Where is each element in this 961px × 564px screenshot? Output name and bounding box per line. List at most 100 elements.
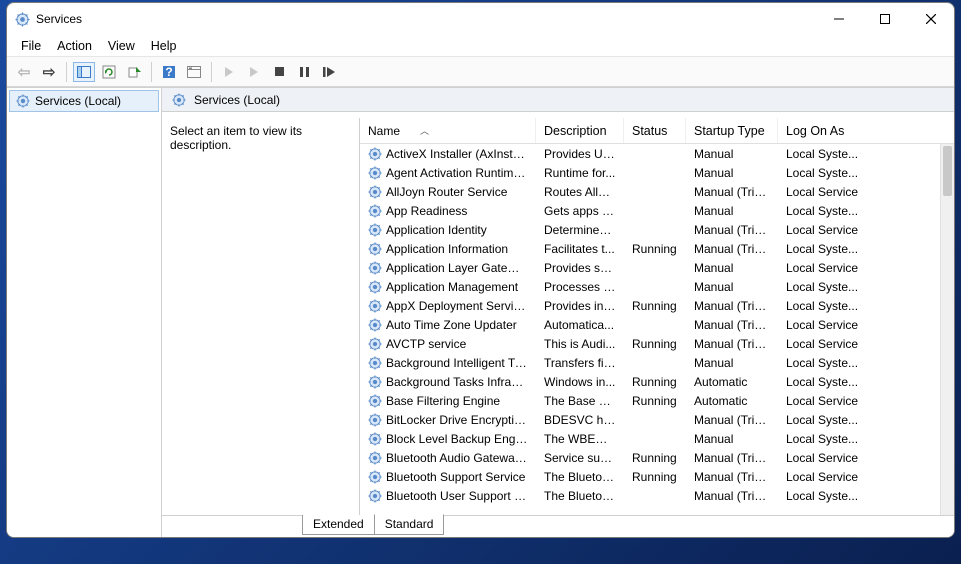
service-logon: Local Syste...: [778, 413, 940, 427]
service-name: Agent Activation Runtime_...: [386, 166, 528, 180]
gear-icon: [368, 356, 382, 370]
table-row[interactable]: App ReadinessGets apps re...ManualLocal …: [360, 201, 954, 220]
detail-prompt: Select an item to view its description.: [170, 124, 302, 152]
gear-icon: [368, 280, 382, 294]
service-logon: Local Syste...: [778, 432, 940, 446]
service-startup-type: Manual (Trig...: [686, 223, 778, 237]
table-row[interactable]: Bluetooth Support ServiceThe Bluetoo...R…: [360, 467, 954, 486]
service-name: Auto Time Zone Updater: [386, 318, 517, 332]
menu-action[interactable]: Action: [57, 39, 92, 53]
properties-button[interactable]: [183, 62, 205, 82]
column-log-on-as[interactable]: Log On As: [778, 118, 940, 143]
table-row[interactable]: Agent Activation Runtime_...Runtime for.…: [360, 163, 954, 182]
service-startup-type: Manual: [686, 280, 778, 294]
table-row[interactable]: AVCTP serviceThis is Audi...RunningManua…: [360, 334, 954, 353]
table-row[interactable]: Background Tasks Infrastruc...Windows in…: [360, 372, 954, 391]
table-row[interactable]: Application InformationFacilitates t...R…: [360, 239, 954, 258]
column-description[interactable]: Description: [536, 118, 624, 143]
service-name: Base Filtering Engine: [386, 394, 500, 408]
vertical-scrollbar[interactable]: [940, 144, 954, 537]
column-headers: Name︿ Description Status Startup Type Lo…: [360, 118, 954, 144]
scrollbar-thumb[interactable]: [943, 146, 952, 196]
show-hide-tree-button[interactable]: [73, 62, 95, 82]
service-startup-type: Manual (Trig...: [686, 470, 778, 484]
service-logon: Local Syste...: [778, 280, 940, 294]
gear-icon: [368, 394, 382, 408]
service-startup-type: Manual: [686, 261, 778, 275]
table-row[interactable]: Bluetooth User Support Ser...The Bluetoo…: [360, 486, 954, 505]
service-logon: Local Service: [778, 337, 940, 351]
gear-icon: [368, 242, 382, 256]
minimize-button[interactable]: [816, 3, 862, 35]
gear-icon: [368, 318, 382, 332]
service-name: Application Information: [386, 242, 508, 256]
tree-node-services-local[interactable]: Services (Local): [9, 90, 159, 112]
column-status[interactable]: Status: [624, 118, 686, 143]
service-startup-type: Manual (Trig...: [686, 299, 778, 313]
service-status: Running: [624, 470, 686, 484]
tab-extended[interactable]: Extended: [302, 515, 375, 535]
service-name: ActiveX Installer (AxInstSV): [386, 147, 528, 161]
menu-help[interactable]: Help: [151, 39, 177, 53]
gear-icon: [368, 204, 382, 218]
help-button[interactable]: ?: [158, 62, 180, 82]
gear-icon: [16, 94, 30, 108]
right-header-title: Services (Local): [194, 93, 280, 107]
export-button[interactable]: [123, 62, 145, 82]
service-name: Bluetooth Audio Gateway S...: [386, 451, 528, 465]
gear-icon: [172, 93, 186, 107]
service-description: Processes in...: [536, 280, 624, 294]
service-status: Running: [624, 451, 686, 465]
service-status: Running: [624, 299, 686, 313]
start-service-button-2[interactable]: [243, 62, 265, 82]
service-description: The Base Fil...: [536, 394, 624, 408]
table-row[interactable]: Base Filtering EngineThe Base Fil...Runn…: [360, 391, 954, 410]
tab-standard[interactable]: Standard: [374, 514, 445, 535]
service-logon: Local Syste...: [778, 166, 940, 180]
service-logon: Local Service: [778, 470, 940, 484]
refresh-button[interactable]: [98, 62, 120, 82]
column-name[interactable]: Name︿: [360, 118, 536, 143]
table-row[interactable]: Application ManagementProcesses in...Man…: [360, 277, 954, 296]
back-button[interactable]: ⇦: [13, 62, 35, 82]
service-name: Background Tasks Infrastruc...: [386, 375, 528, 389]
table-row[interactable]: Background Intelligent Tran...Transfers …: [360, 353, 954, 372]
service-list: Name︿ Description Status Startup Type Lo…: [360, 118, 954, 537]
maximize-button[interactable]: [862, 3, 908, 35]
menu-file[interactable]: File: [21, 39, 41, 53]
forward-button[interactable]: ⇨: [38, 62, 60, 82]
service-name: Bluetooth Support Service: [386, 470, 525, 484]
gear-icon: [368, 337, 382, 351]
menubar: File Action View Help: [7, 35, 954, 57]
table-row[interactable]: Bluetooth Audio Gateway S...Service sup.…: [360, 448, 954, 467]
gear-icon: [368, 432, 382, 446]
service-description: Gets apps re...: [536, 204, 624, 218]
column-startup-type[interactable]: Startup Type: [686, 118, 778, 143]
service-name: Application Identity: [386, 223, 487, 237]
close-button[interactable]: [908, 3, 954, 35]
table-row[interactable]: ActiveX Installer (AxInstSV)Provides Us.…: [360, 144, 954, 163]
table-row[interactable]: Application IdentityDetermines ...Manual…: [360, 220, 954, 239]
service-logon: Local Service: [778, 261, 940, 275]
service-name: AppX Deployment Service (...: [386, 299, 528, 313]
service-rows: ActiveX Installer (AxInstSV)Provides Us.…: [360, 144, 954, 537]
pause-service-button[interactable]: [293, 62, 315, 82]
restart-service-button[interactable]: [318, 62, 340, 82]
table-row[interactable]: Block Level Backup Engine ...The WBENG..…: [360, 429, 954, 448]
menu-view[interactable]: View: [108, 39, 135, 53]
detail-pane: Select an item to view its description.: [162, 118, 360, 537]
stop-service-button[interactable]: [268, 62, 290, 82]
table-row[interactable]: BitLocker Drive Encryption ...BDESVC hos…: [360, 410, 954, 429]
service-name: AVCTP service: [386, 337, 466, 351]
service-logon: Local Syste...: [778, 489, 940, 503]
table-row[interactable]: Auto Time Zone UpdaterAutomatica...Manua…: [360, 315, 954, 334]
table-row[interactable]: AllJoyn Router ServiceRoutes AllJo...Man…: [360, 182, 954, 201]
start-service-button[interactable]: [218, 62, 240, 82]
service-name: BitLocker Drive Encryption ...: [386, 413, 528, 427]
service-logon: Local Syste...: [778, 147, 940, 161]
right-pane: Services (Local) Select an item to view …: [162, 88, 954, 537]
table-row[interactable]: AppX Deployment Service (...Provides inf…: [360, 296, 954, 315]
right-header: Services (Local): [162, 88, 954, 112]
table-row[interactable]: Application Layer Gateway ...Provides su…: [360, 258, 954, 277]
gear-icon: [368, 147, 382, 161]
